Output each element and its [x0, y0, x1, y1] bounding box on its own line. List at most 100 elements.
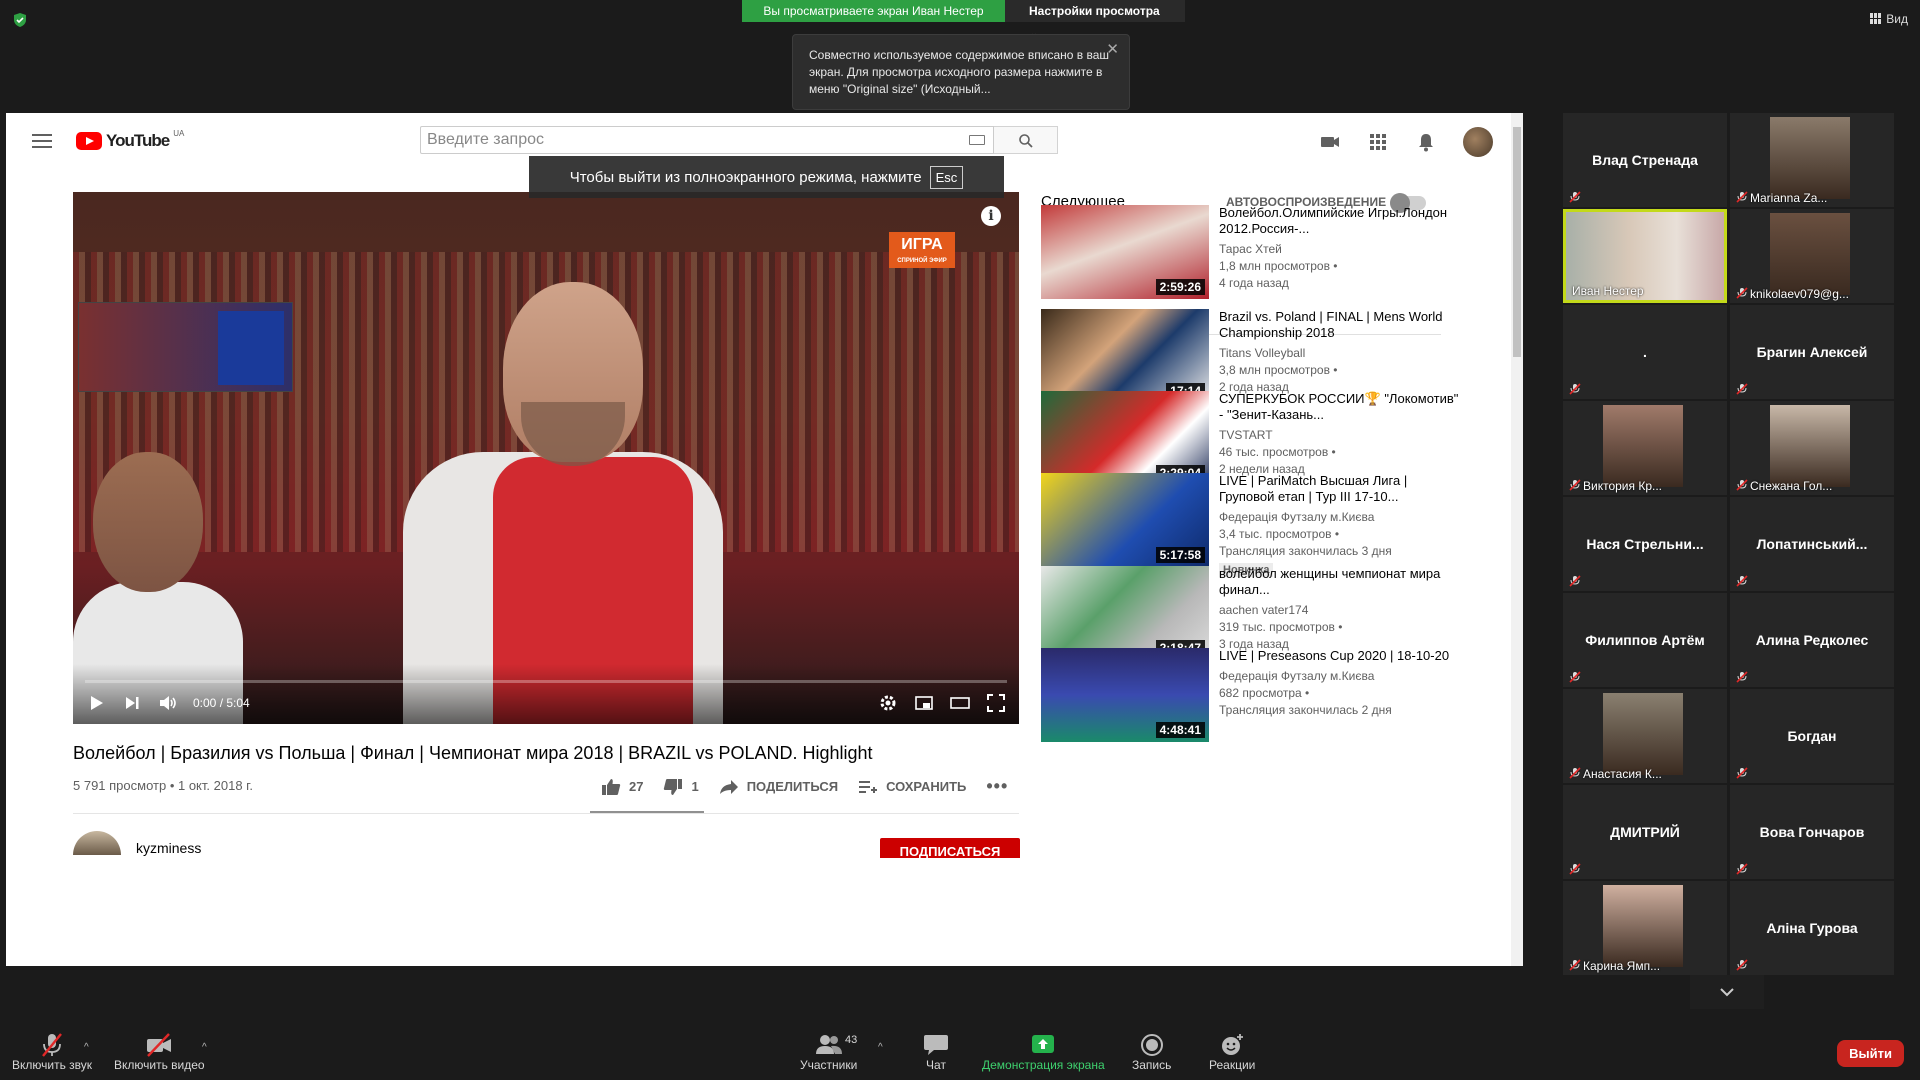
scrollbar-thumb[interactable] — [1513, 127, 1521, 357]
participant-tile[interactable]: ДМИТРИЙ — [1563, 785, 1727, 879]
participant-name: Карина Ямп... — [1583, 959, 1661, 973]
recommendation-channel[interactable]: Titans Volleyball — [1219, 345, 1459, 362]
recommendation-thumbnail[interactable]: 2:59:26 — [1041, 205, 1209, 299]
participant-tile[interactable]: Алина Редколес — [1730, 593, 1894, 687]
video-player[interactable]: ИГРА СПРИНОЙ ЭФИР i 0:00 / 5:04 — [73, 192, 1019, 724]
view-settings-button[interactable]: Настройки просмотра ⌄ — [1005, 0, 1185, 40]
recommendation-thumbnail[interactable]: 2:18:47 — [1041, 566, 1209, 660]
youtube-logo[interactable]: YouTube UA — [76, 129, 184, 151]
play-icon[interactable] — [85, 692, 107, 714]
create-video-icon[interactable] — [1319, 131, 1341, 153]
video-actions: 27 1 ПОДЕЛИТЬСЯ СОХРАНИТЬ ••• — [601, 776, 1008, 797]
leave-meeting-button[interactable]: Выйти — [1837, 1040, 1904, 1067]
share-button[interactable]: ПОДЕЛИТЬСЯ — [719, 779, 838, 795]
share-screen-button[interactable]: Демонстрация экрана — [982, 1032, 1105, 1072]
participant-video — [1770, 117, 1850, 199]
participant-name: Анастасия К... — [1583, 767, 1662, 781]
recommendation-thumbnail[interactable]: 17:14 — [1041, 309, 1209, 403]
participant-tile[interactable]: Снежана Гол... — [1730, 401, 1894, 495]
thumbs-up-icon — [602, 778, 621, 795]
channel-avatar[interactable] — [73, 831, 121, 855]
recommendation-title[interactable]: LIVE | PariMatch Высшая Лига | Груповой … — [1219, 473, 1459, 505]
save-button[interactable]: СОХРАНИТЬ — [858, 779, 966, 795]
recommendation-channel[interactable]: TVSTART — [1219, 427, 1459, 444]
recommendation-title[interactable]: волейбол женщины чемпионат мира финал... — [1219, 566, 1459, 598]
search-input[interactable]: Введите запрос — [420, 126, 994, 154]
recommendation-channel[interactable]: Федерація Футзалу м.Києва — [1219, 668, 1459, 685]
view-button[interactable]: Вид — [1870, 12, 1908, 26]
audio-options-caret[interactable]: ^ — [84, 1042, 89, 1053]
recommendation-item[interactable]: 5:17:58 LIVE | PariMatch Высшая Лига | Гр… — [1041, 473, 1461, 577]
recommendation-title[interactable]: СУПЕРКУБОК РОССИИ🏆 "Локомотив" - "Зенит-… — [1219, 391, 1459, 423]
participant-tile[interactable]: Нася Стрельни... — [1563, 497, 1727, 591]
chat-label: Чат — [926, 1058, 946, 1072]
settings-gear-icon[interactable] — [877, 692, 899, 714]
dislike-button[interactable]: 1 — [663, 778, 699, 796]
page-scrollbar[interactable] — [1511, 113, 1523, 966]
recommendation-title[interactable]: LIVE | Preseasons Cup 2020 | 18-10-20 — [1219, 648, 1459, 664]
timecode: 0:00 / 5:04 — [193, 696, 250, 710]
fullscreen-icon[interactable] — [985, 692, 1007, 714]
recommendation-thumbnail[interactable]: 4:48:41 — [1041, 648, 1209, 742]
recommendation-channel[interactable]: Тарас Хтей — [1219, 241, 1459, 258]
participant-name: Филиппов Артём — [1585, 632, 1705, 648]
participant-tile[interactable]: Анастасия К... — [1563, 689, 1727, 783]
participant-tile[interactable]: Лопатинський... — [1730, 497, 1894, 591]
participant-tile[interactable]: . — [1563, 305, 1727, 399]
search-button[interactable] — [994, 126, 1058, 154]
participant-tile[interactable]: Виктория Кр... — [1563, 401, 1727, 495]
security-shield-icon[interactable] — [12, 12, 28, 28]
participant-tile[interactable]: Вова Гончаров — [1730, 785, 1894, 879]
apps-icon[interactable] — [1367, 131, 1389, 153]
subscribe-button[interactable]: ПОДПИСАТЬСЯ — [880, 838, 1020, 858]
recommendation-item[interactable]: 4:48:41 LIVE | Preseasons Cup 2020 | 18-1… — [1041, 648, 1461, 744]
recommendation-channel[interactable]: Федерація Футзалу м.Києва — [1219, 509, 1459, 526]
participants-options-caret[interactable]: ^ — [878, 1042, 883, 1053]
channel-name[interactable]: kyzminess — [136, 840, 201, 856]
notifications-bell-icon[interactable] — [1415, 131, 1437, 153]
participant-tile[interactable]: Карина Ямп... — [1563, 881, 1727, 975]
recommendation-thumbnail[interactable]: 2:29:04 — [1041, 391, 1209, 485]
info-icon[interactable]: i — [981, 206, 1001, 226]
gallery-scroll-down-button[interactable] — [1690, 975, 1764, 1009]
volume-icon[interactable] — [157, 692, 179, 714]
recommendation-title[interactable]: Brazil vs. Poland | FINAL | Mens World C… — [1219, 309, 1459, 341]
player-controls: 0:00 / 5:04 — [73, 664, 1019, 724]
theater-mode-icon[interactable] — [949, 692, 971, 714]
more-actions-icon[interactable]: ••• — [986, 776, 1008, 797]
recommendation-title[interactable]: Волейбол.Олимпийские Игры.Лондон 2012.Ро… — [1219, 205, 1459, 237]
next-icon[interactable] — [121, 692, 143, 714]
search-placeholder: Введите запрос — [427, 131, 544, 148]
participant-tile[interactable]: knikolaev079@g... — [1730, 209, 1894, 303]
participant-tile[interactable]: Аліна Гурова — [1730, 881, 1894, 975]
divider — [73, 813, 1019, 814]
menu-icon[interactable] — [32, 134, 52, 148]
participant-tile[interactable]: Брагин Алексей — [1730, 305, 1894, 399]
participant-tile[interactable]: Иван Нестер — [1563, 209, 1727, 303]
video-options-caret[interactable]: ^ — [202, 1042, 207, 1053]
participants-icon — [815, 1035, 842, 1054]
recommendation-thumbnail[interactable]: 5:17:58 — [1041, 473, 1209, 567]
miniplayer-icon[interactable] — [913, 692, 935, 714]
recommendation-item[interactable]: 2:59:26 Волейбол.Олимпийские Игры.Лондон … — [1041, 205, 1461, 301]
muted-mic-icon — [1736, 767, 1748, 779]
account-avatar[interactable] — [1463, 127, 1493, 157]
unmute-button[interactable]: Включить звук — [12, 1032, 92, 1072]
record-button[interactable]: Запись — [1132, 1032, 1171, 1072]
like-button[interactable]: 27 — [601, 778, 643, 796]
close-icon[interactable]: ✕ — [1106, 41, 1119, 58]
muted-mic-icon — [1569, 479, 1581, 491]
keyboard-icon[interactable] — [969, 135, 985, 145]
chat-button[interactable]: Чат — [922, 1032, 950, 1072]
recommendation-channel[interactable]: aachen vater174 — [1219, 602, 1459, 619]
recommendation-views: 682 просмотра • — [1219, 686, 1310, 700]
progress-bar[interactable] — [85, 680, 1007, 683]
participant-tile[interactable]: Богдан — [1730, 689, 1894, 783]
participant-tile[interactable]: Marianna Za... — [1730, 113, 1894, 207]
start-video-button[interactable]: Включить видео — [114, 1032, 205, 1072]
fullscreen-exit-tip: Чтобы выйти из полноэкранного режима, на… — [529, 156, 1004, 198]
participant-tile[interactable]: Влад Стренада — [1563, 113, 1727, 207]
participant-tile[interactable]: Филиппов Артём — [1563, 593, 1727, 687]
record-icon — [1140, 1034, 1163, 1056]
reactions-button[interactable]: Реакции — [1209, 1032, 1255, 1072]
